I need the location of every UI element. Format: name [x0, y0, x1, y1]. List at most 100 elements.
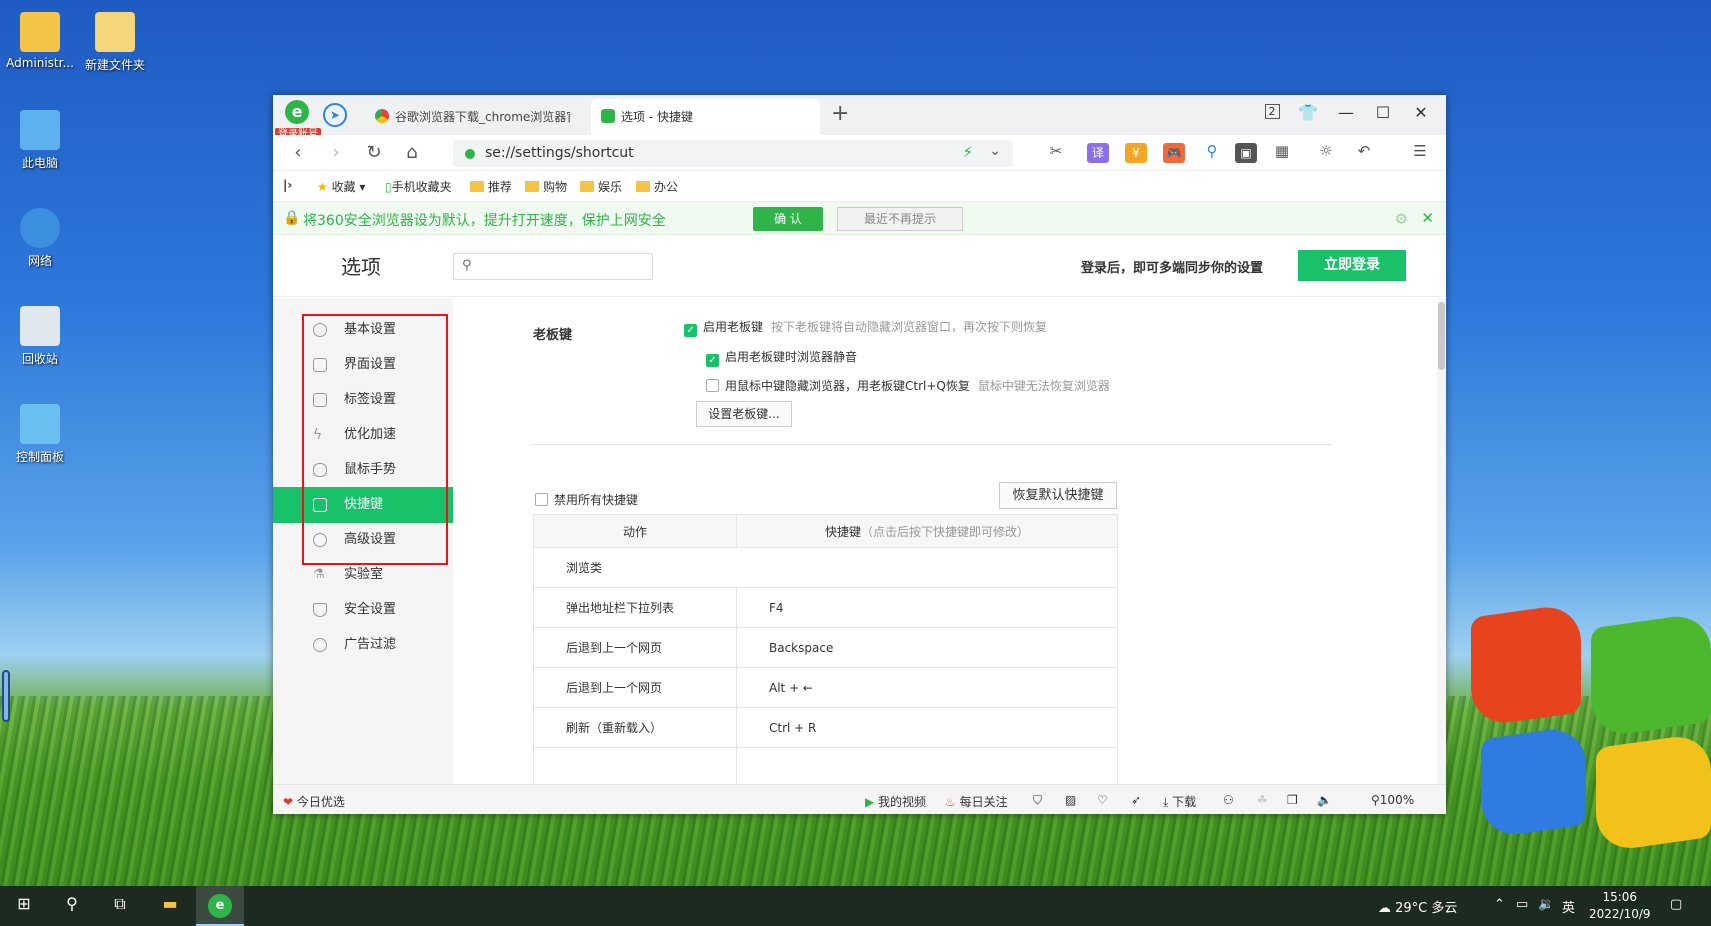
bookmark-favorites[interactable]: ★ 收藏 ▾	[317, 178, 365, 195]
restore-count-button[interactable]: 2	[1257, 104, 1287, 119]
middle-click-hide-checkbox[interactable]: 用鼠标中键隐藏浏览器，用老板键Ctrl+Q恢复 鼠标中键无法恢复浏览器	[706, 377, 1110, 394]
health-icon[interactable]: ♡	[1097, 793, 1108, 807]
table-row[interactable]: 后退到上一个网页 Alt + ←	[533, 667, 1118, 708]
shortcut-cell[interactable]: F4	[736, 587, 1118, 628]
speaker-icon[interactable]: 🔈	[1317, 793, 1332, 807]
table-row[interactable]: 刷新（重新载入） Ctrl + R	[533, 707, 1118, 748]
sidebar-item-lab[interactable]: ⚗ 实验室	[273, 557, 453, 593]
window-icon[interactable]: ❐	[1287, 793, 1298, 807]
bookmark-mobile[interactable]: ▯手机收藏夹	[385, 178, 452, 195]
back-icon[interactable]: ‹	[287, 142, 309, 163]
sidebar-item-shortcut[interactable]: 快捷键	[273, 487, 453, 523]
leaf-icon[interactable]: ☘	[1257, 793, 1268, 807]
browser-logo-icon[interactable]: e	[285, 100, 309, 124]
confirm-button[interactable]: 确 认	[753, 207, 823, 231]
refresh-icon[interactable]: ↻	[363, 142, 385, 163]
start-icon[interactable]: ⊞	[10, 894, 38, 913]
sidebar-item-advanced[interactable]: 高级设置	[273, 522, 453, 558]
sidebar-item-basic[interactable]: 基本设置	[273, 312, 453, 348]
notification-icon[interactable]: ▢	[1670, 897, 1682, 912]
bookmark-office[interactable]: 办公	[636, 178, 678, 195]
undo-icon[interactable]: ↶	[1353, 142, 1375, 160]
downloads[interactable]: ⤓ 下载	[1163, 793, 1196, 810]
desktop-icon-new-folder[interactable]: 新建文件夹	[75, 12, 155, 73]
screenshot-icon[interactable]: ✂	[1045, 142, 1067, 160]
sidebar-item-mouse-gesture[interactable]: 鼠标手势	[273, 452, 453, 488]
sidebar-toggle-icon[interactable]: |›	[283, 178, 292, 192]
forward-icon[interactable]: ›	[325, 142, 347, 163]
shortcut-cell[interactable]: Backspace	[736, 627, 1118, 668]
brightness-icon[interactable]: ☼	[1315, 142, 1337, 160]
input-method[interactable]: 英	[1562, 897, 1575, 916]
sidebar-item-adblock[interactable]: 广告过滤	[273, 627, 453, 663]
shield-icon[interactable]: ⛉	[1033, 793, 1042, 808]
table-row[interactable]: 弹出地址栏下拉列表 F4	[533, 587, 1118, 628]
speed-mode-icon[interactable]: ⚡	[962, 143, 973, 161]
tab-settings-shortcut[interactable]: 选项 - 快捷键	[591, 99, 820, 135]
bookmark-recommend[interactable]: 推荐	[470, 178, 512, 195]
set-boss-key-button[interactable]: 设置老板键...	[696, 401, 792, 427]
new-tab-button[interactable]: +	[831, 101, 849, 126]
search-icon[interactable]: ⚲	[58, 894, 86, 913]
desktop-icon-recycle-bin[interactable]: 回收站	[0, 306, 80, 367]
clock[interactable]: 15:06 2022/10/9	[1589, 889, 1651, 923]
tab-chrome-download[interactable]: 谷歌浏览器下载_chrome浏览器官网	[365, 99, 570, 135]
close-icon[interactable]: ✕	[1421, 209, 1434, 227]
image-icon[interactable]: ▨	[1065, 793, 1076, 807]
game-icon[interactable]: 🎮	[1163, 143, 1185, 163]
restore-default-shortcuts-button[interactable]: 恢复默认快捷键	[999, 482, 1117, 509]
coupon-icon[interactable]: ¥	[1125, 143, 1147, 163]
navigation-icon[interactable]: ➤	[323, 103, 347, 127]
default-browser-notice: 🔒 将360安全浏览器设为默认，提升打开速度，保护上网安全 确 认 最近不再提示…	[273, 201, 1446, 235]
sidebar-item-optimize[interactable]: ϟ 优化加速	[273, 417, 453, 453]
home-icon[interactable]: ⌂	[401, 142, 423, 163]
reader-icon[interactable]: ▣	[1235, 143, 1257, 163]
login-button[interactable]: 立即登录	[1298, 250, 1406, 281]
taskbar-browser-app[interactable]: e	[196, 886, 244, 926]
desktop-icon-control-panel[interactable]: 控制面板	[0, 404, 80, 465]
header-action: 动作	[533, 514, 737, 548]
table-row[interactable]: 后退到上一个网页 Backspace	[533, 627, 1118, 668]
search-icon[interactable]: ⚲	[1201, 142, 1223, 160]
file-explorer-icon[interactable]: ▬	[156, 894, 184, 913]
minimize-button[interactable]: —	[1331, 103, 1361, 122]
translate-icon[interactable]: 译	[1087, 143, 1109, 163]
chevron-down-icon[interactable]: ⌄	[989, 143, 1001, 159]
my-videos[interactable]: ▶ 我的视频	[865, 793, 926, 810]
zoom-level[interactable]: ⚲100%	[1371, 793, 1414, 807]
sidebar-item-security[interactable]: 安全设置	[273, 592, 453, 628]
desktop-icon-this-pc[interactable]: 此电脑	[0, 110, 80, 171]
bookmark-entertainment[interactable]: 娱乐	[580, 178, 622, 195]
desktop-icon-network[interactable]: 网络	[0, 208, 80, 269]
today-picks[interactable]: ❤ 今日优选	[283, 793, 345, 810]
daily-focus[interactable]: ♨ 每日关注	[945, 793, 1008, 810]
sidebar-item-tabs[interactable]: 标签设置	[273, 382, 453, 418]
dont-remind-button[interactable]: 最近不再提示	[837, 207, 963, 231]
enable-boss-key-checkbox[interactable]: ✓ 启用老板键 按下老板键将自动隐藏浏览器窗口，再次按下则恢复	[684, 318, 1047, 337]
scrollbar-thumb[interactable]	[1438, 302, 1445, 370]
search-icon: ⚲	[462, 258, 472, 273]
show-hidden-icons[interactable]: ⌃	[1494, 897, 1505, 912]
mute-on-boss-key-checkbox[interactable]: ✓ 启用老板键时浏览器静音	[706, 348, 857, 367]
shortcut-cell[interactable]: Ctrl + R	[736, 707, 1118, 748]
desktop-icon-administrator[interactable]: Administr...	[0, 12, 80, 70]
skin-icon[interactable]: 👕	[1293, 103, 1323, 122]
vertical-scrollbar[interactable]	[1437, 298, 1446, 784]
bookmark-shopping[interactable]: 购物	[525, 178, 567, 195]
settings-search-input[interactable]: ⚲	[453, 253, 653, 280]
shortcut-cell[interactable]: Alt + ←	[736, 667, 1118, 708]
disable-all-shortcuts-checkbox[interactable]: 禁用所有快捷键	[535, 491, 638, 508]
gear-icon[interactable]: ⚙	[1395, 210, 1408, 228]
apps-grid-icon[interactable]: ▦	[1271, 142, 1293, 160]
weather[interactable]: ☁ 29°C 多云	[1378, 897, 1457, 916]
maximize-button[interactable]: ☐	[1368, 103, 1398, 122]
sidebar-item-interface[interactable]: 界面设置	[273, 347, 453, 383]
address-bar[interactable]: se://settings/shortcut ⚡ ⌄	[453, 140, 1013, 167]
menu-icon[interactable]: ☰	[1409, 142, 1431, 160]
task-view-icon[interactable]: ⧉	[106, 894, 134, 914]
privacy-icon[interactable]: ⚇	[1223, 793, 1234, 807]
rocket-icon[interactable]: ➶	[1131, 793, 1141, 807]
volume-icon[interactable]: 🔉	[1538, 897, 1554, 912]
network-icon[interactable]: ▭	[1516, 897, 1528, 912]
close-button[interactable]: ✕	[1406, 103, 1436, 122]
